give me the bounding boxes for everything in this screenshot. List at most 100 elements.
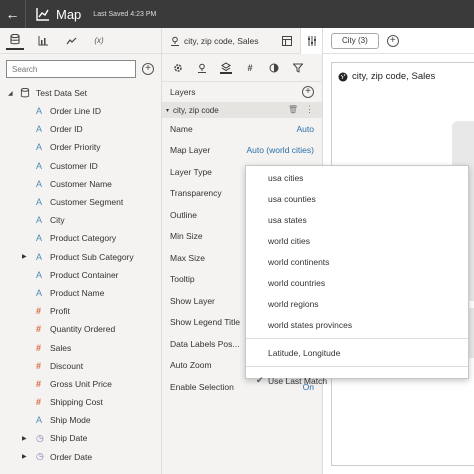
property-value[interactable]: Auto — [297, 124, 315, 134]
map-tab[interactable] — [196, 62, 208, 74]
add-layer-button[interactable]: + — [302, 86, 314, 98]
property-label: Transparency — [170, 188, 222, 199]
dropdown-item[interactable]: usa counties — [246, 188, 468, 209]
column-item[interactable]: ▶ A Product Sub Category — [0, 248, 161, 266]
add-data-button[interactable]: + — [142, 63, 154, 75]
properties-toggle[interactable] — [300, 28, 322, 54]
dropdown-separator — [246, 338, 468, 339]
dropdown-item[interactable]: usa states — [246, 209, 468, 230]
plus-icon: + — [389, 34, 396, 46]
dropdown-item[interactable]: world regions — [246, 293, 468, 314]
color-tab[interactable] — [268, 62, 280, 74]
property-label: Enable Selection — [170, 381, 234, 392]
filter-tab[interactable] — [292, 62, 304, 74]
property-label: Data Labels Pos... — [170, 338, 240, 349]
number-type-icon: # — [36, 378, 42, 389]
column-label: Customer Name — [50, 178, 112, 189]
column-item[interactable]: A Customer Segment — [0, 193, 161, 211]
caret-right-icon[interactable]: ▶ — [22, 253, 27, 260]
calculations-tab[interactable]: (x) — [90, 32, 108, 50]
column-label: Profit — [50, 306, 70, 317]
filter-bar: City (3) + — [323, 28, 474, 54]
last-saved-text: Last Saved 4:23 PM — [93, 10, 157, 18]
caret-right-icon[interactable]: ▶ — [22, 435, 27, 442]
property-label: Map Layer — [170, 145, 211, 156]
back-button[interactable]: ← — [0, 0, 26, 28]
layer-row[interactable]: ▾ city, zip code 🗑 ⋮ — [162, 102, 322, 118]
column-item[interactable]: A City — [0, 211, 161, 229]
property-tabs: # — [162, 54, 322, 82]
chart-icon — [36, 8, 49, 21]
column-item[interactable]: A Order Line ID — [0, 102, 161, 120]
data-tab[interactable] — [6, 32, 24, 50]
dropdown-item-last-match[interactable]: ✔ Use Last Match — [246, 370, 468, 391]
column-item[interactable]: A Product Container — [0, 266, 161, 284]
dropdown-item[interactable]: world countries — [246, 272, 468, 293]
column-label: Order Priority — [50, 142, 101, 153]
number-type-icon: # — [36, 397, 42, 408]
clock-icon: ◷ — [36, 451, 44, 462]
dropdown-item[interactable]: usa cities — [246, 167, 468, 188]
data-panel-tabs: (x) — [0, 28, 161, 54]
column-item[interactable]: A Product Category — [0, 229, 161, 247]
text-type-icon: A — [36, 124, 43, 135]
visualizations-tab[interactable] — [34, 32, 52, 50]
column-item[interactable]: A Customer ID — [0, 157, 161, 175]
dropdown-item[interactable]: world cities — [246, 230, 468, 251]
search-row: + — [0, 54, 161, 84]
column-item[interactable]: # Quantity Ordered — [0, 320, 161, 338]
dropdown-item-lat-long[interactable]: Latitude, Longitude — [246, 342, 468, 363]
checkmark-icon: ✔ — [256, 375, 264, 385]
text-type-icon: A — [36, 160, 43, 171]
caret-down-icon[interactable]: ▾ — [166, 107, 169, 114]
values-tab[interactable]: # — [244, 62, 256, 74]
column-item[interactable]: A Order Priority — [0, 138, 161, 156]
column-item[interactable]: A Customer Name — [0, 175, 161, 193]
number-type-icon: # — [36, 360, 42, 371]
dropdown-item[interactable]: world states provinces — [246, 314, 468, 335]
text-type-icon: A — [36, 287, 43, 298]
column-item[interactable]: # Shipping Cost — [0, 393, 161, 411]
table-icon[interactable] — [282, 36, 292, 46]
column-item[interactable]: A Order ID — [0, 120, 161, 138]
property-label: Tooltip — [170, 274, 195, 285]
column-item[interactable]: # Sales — [0, 338, 161, 356]
trash-icon[interactable]: 🗑 — [288, 105, 298, 114]
property-label: Layer Type — [170, 166, 212, 177]
layers-tab[interactable] — [220, 61, 232, 74]
dropdown-item[interactable]: world continents — [246, 251, 468, 272]
globe-icon — [338, 72, 348, 81]
column-item[interactable]: ▶ ◷ Order Date — [0, 448, 161, 466]
column-label: Product Name — [50, 287, 105, 298]
column-label: Customer ID — [50, 160, 98, 171]
column-item[interactable]: # Profit — [0, 302, 161, 320]
column-item[interactable]: A Product Name — [0, 284, 161, 302]
column-item[interactable]: # Discount — [0, 357, 161, 375]
property-value[interactable]: Auto (world cities) — [246, 145, 314, 155]
arrow-left-icon: ← — [5, 6, 20, 22]
column-item[interactable]: # Gross Unit Price — [0, 375, 161, 393]
text-type-icon: A — [36, 197, 43, 208]
formula-icon: (x) — [94, 36, 104, 45]
add-filter-button[interactable]: + — [386, 34, 399, 47]
city-filter-pill[interactable]: City (3) — [331, 32, 379, 49]
property-row: Name Auto — [162, 118, 322, 140]
viz-title-text: city, zip code, Sales — [352, 71, 436, 82]
column-label: Shipping Cost — [50, 397, 103, 408]
page-title: Map — [56, 6, 82, 22]
dataset-root[interactable]: ◢ Test Data Set — [0, 84, 161, 102]
analytics-tab[interactable] — [62, 32, 80, 50]
text-type-icon: A — [36, 415, 43, 426]
database-icon — [20, 88, 30, 98]
map-layer-dropdown: usa cities usa counties usa states world ci… — [245, 165, 469, 386]
caret-down-icon[interactable]: ◢ — [8, 90, 16, 97]
column-item[interactable]: ▶ ◷ Ship Date — [0, 429, 161, 447]
viz-title: city, zip code, Sales — [338, 71, 435, 82]
caret-right-icon[interactable]: ▶ — [22, 453, 27, 460]
kebab-menu-icon[interactable]: ⋮ — [305, 104, 314, 115]
property-row: Map Layer Auto (world cities) — [162, 140, 322, 162]
general-tab[interactable] — [172, 62, 184, 74]
search-input[interactable] — [6, 60, 136, 78]
text-type-icon: A — [36, 233, 43, 244]
column-item[interactable]: A Ship Mode — [0, 411, 161, 429]
